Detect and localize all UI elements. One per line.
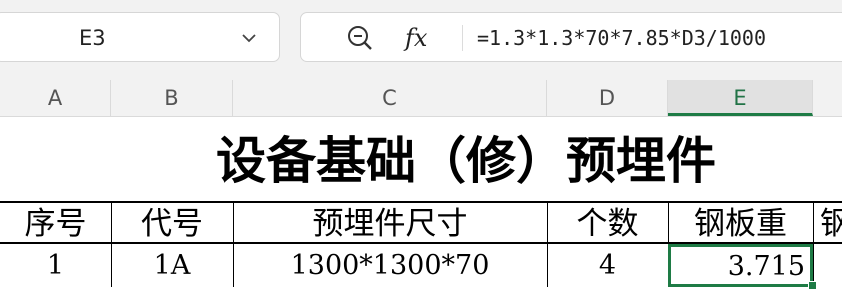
column-header-row: A B C D E <box>0 80 842 117</box>
active-cell[interactable]: 3.715 <box>668 244 813 287</box>
header-cell-steel-weight[interactable]: 钢板重 <box>668 204 813 242</box>
fx-icon[interactable]: fx <box>405 19 427 57</box>
header-cell-no[interactable]: 序号 <box>0 204 111 242</box>
column-header-a[interactable]: A <box>0 80 111 116</box>
column-header-c[interactable]: C <box>233 80 547 116</box>
cell-no[interactable]: 1 <box>0 244 111 287</box>
cell-size[interactable]: 1300*1300*70 <box>233 244 547 287</box>
header-cell-size[interactable]: 预埋件尺寸 <box>233 204 547 242</box>
cell-count[interactable]: 4 <box>547 244 668 287</box>
cell-code[interactable]: 1A <box>111 244 233 287</box>
header-cell-partial[interactable]: 钢 <box>820 204 842 242</box>
sheet-grid: 设备基础（修）预埋件 序号 代号 预埋件尺寸 个数 钢板重 钢 1 1A 130… <box>0 117 842 290</box>
cell-reference[interactable]: E3 <box>79 13 106 63</box>
chevron-down-icon[interactable] <box>240 30 258 46</box>
fill-handle[interactable] <box>808 281 817 290</box>
name-box[interactable]: E3 <box>0 12 280 62</box>
column-header-d[interactable]: D <box>547 80 668 116</box>
separator <box>462 25 463 51</box>
header-cell-count[interactable]: 个数 <box>547 204 668 242</box>
sheet-title[interactable]: 设备基础（修）预埋件 <box>0 117 842 202</box>
column-header-b[interactable]: B <box>111 80 233 116</box>
zoom-out-icon[interactable] <box>345 23 375 53</box>
column-header-f[interactable] <box>813 80 842 116</box>
column-header-e[interactable]: E <box>668 80 813 116</box>
formula-bar: E3 fx =1.3*1.3*70*7.85*D3/1000 <box>0 0 842 80</box>
formula-input-box[interactable]: fx =1.3*1.3*70*7.85*D3/1000 <box>300 12 842 62</box>
header-cell-code[interactable]: 代号 <box>111 204 233 242</box>
formula-text[interactable]: =1.3*1.3*70*7.85*D3/1000 <box>477 13 766 63</box>
border-line <box>813 203 814 287</box>
border-line <box>0 201 842 203</box>
cell-steel-weight[interactable]: 3.715 <box>728 247 805 285</box>
